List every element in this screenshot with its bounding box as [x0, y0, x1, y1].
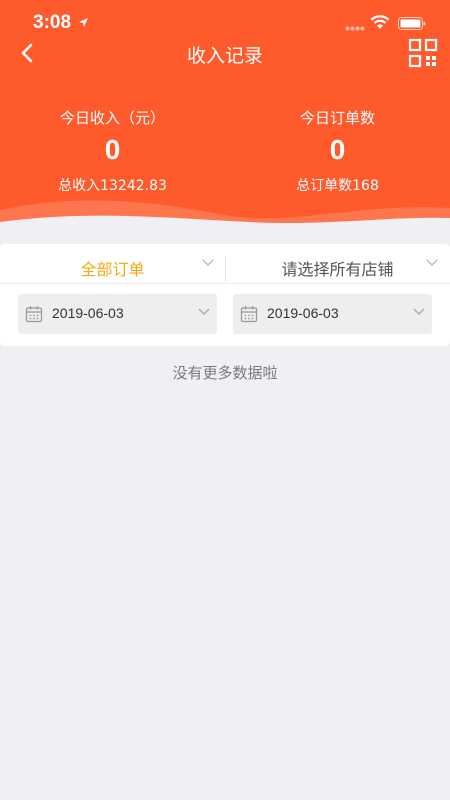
- location-arrow-icon: [79, 18, 88, 27]
- order-type-dropdown[interactable]: 全部订单: [0, 244, 225, 284]
- battery-icon: [398, 17, 426, 30]
- store-select-label: 请选择所有店铺: [281, 260, 394, 279]
- today-income-value: 0: [104, 134, 121, 165]
- chevron-down-icon: [198, 308, 210, 315]
- today-orders-value: 0: [329, 134, 346, 165]
- calendar-icon: [25, 306, 43, 323]
- end-date-picker[interactable]: 2019-06-03: [233, 294, 432, 334]
- signal-icon: [345, 26, 365, 31]
- wifi-icon: [370, 15, 390, 29]
- today-income-label: 今日收入（元）: [59, 109, 165, 127]
- today-orders-label: 今日订单数: [299, 109, 375, 127]
- calendar-icon: [240, 306, 258, 323]
- page-title: 收入记录: [186, 45, 263, 67]
- total-orders: 总订单数168: [296, 178, 379, 194]
- income-header: 3:08 收入记录 今日收入（元） 0 总收入13242.83 今日订单数 0 …: [0, 0, 450, 232]
- filter-tabs: 全部订单 请选择所有店铺: [0, 244, 450, 284]
- nav-bar: 收入记录: [0, 34, 450, 72]
- qr-code-button[interactable]: [408, 38, 438, 68]
- chevron-down-icon: [413, 308, 425, 315]
- status-time: 3:08: [33, 12, 72, 33]
- end-date-value: 2019-06-03: [267, 305, 339, 321]
- chevron-down-icon: [202, 259, 214, 266]
- chevron-down-icon: [426, 259, 438, 266]
- header-wave: [0, 200, 450, 232]
- start-date-value: 2019-06-03: [52, 305, 124, 321]
- empty-list-text: 没有更多数据啦: [172, 364, 278, 382]
- filter-panel: 全部订单 请选择所有店铺 2019-06-03 2019-06-03: [0, 244, 450, 346]
- order-type-label: 全部订单: [80, 260, 145, 279]
- qr-code-icon: [408, 38, 438, 68]
- store-select-dropdown[interactable]: 请选择所有店铺: [225, 244, 450, 284]
- total-income: 总收入13242.83: [58, 178, 167, 194]
- start-date-picker[interactable]: 2019-06-03: [18, 294, 217, 334]
